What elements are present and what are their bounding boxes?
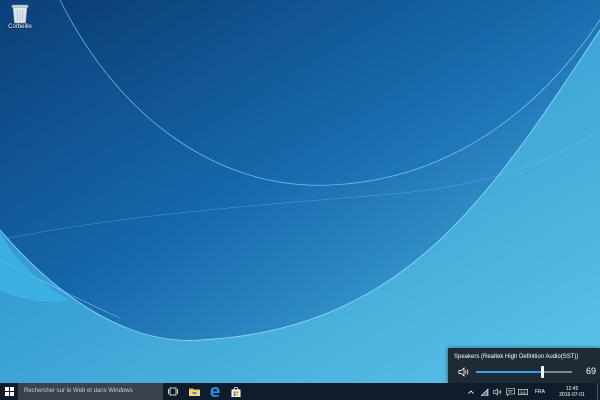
windows-logo-icon bbox=[4, 387, 14, 396]
file-explorer-icon bbox=[188, 388, 200, 396]
action-center-button[interactable] bbox=[504, 383, 516, 400]
keyboard-icon bbox=[518, 388, 528, 395]
chevron-up-icon bbox=[468, 389, 474, 394]
file-explorer-button[interactable] bbox=[187, 383, 201, 400]
volume-slider[interactable] bbox=[476, 366, 572, 378]
touch-keyboard-button[interactable] bbox=[517, 383, 529, 400]
edge-icon bbox=[210, 386, 220, 397]
volume-icon bbox=[492, 387, 501, 396]
audio-device-name[interactable]: Speakers (Realtek High Definition Audio(… bbox=[454, 354, 578, 360]
store-button[interactable] bbox=[229, 383, 243, 400]
network-button[interactable] bbox=[478, 383, 490, 400]
show-hidden-icons-button[interactable] bbox=[466, 383, 476, 400]
volume-slider-thumb[interactable] bbox=[540, 366, 544, 378]
input-language[interactable]: FRA bbox=[533, 383, 547, 400]
speaker-icon[interactable] bbox=[458, 367, 470, 377]
wallpaper bbox=[0, 0, 600, 383]
taskbar: Rechercher sur le Web et dans Windows FR… bbox=[0, 383, 600, 400]
message-icon bbox=[505, 387, 515, 396]
wifi-icon bbox=[480, 387, 488, 396]
volume-tray-button[interactable] bbox=[491, 383, 503, 400]
volume-flyout: Speakers (Realtek High Definition Audio(… bbox=[448, 348, 600, 383]
start-button[interactable] bbox=[0, 383, 18, 400]
clock[interactable]: 12:45 2016-07-01 bbox=[550, 383, 594, 400]
recycle-bin-icon bbox=[11, 4, 29, 24]
task-view-button[interactable] bbox=[166, 383, 180, 400]
volume-slider-fill bbox=[476, 371, 543, 373]
clock-date: 2016-07-01 bbox=[559, 391, 585, 398]
store-icon bbox=[231, 386, 241, 397]
desktop-icon-label: Corbeille bbox=[8, 24, 32, 30]
search-input[interactable]: Rechercher sur le Web et dans Windows bbox=[18, 383, 163, 400]
desktop: Corbeille Speakers (Realtek High Definit… bbox=[0, 0, 600, 383]
volume-level: 69 bbox=[585, 366, 596, 376]
task-view-icon bbox=[168, 387, 178, 396]
desktop-icon-recycle-bin[interactable]: Corbeille bbox=[4, 2, 36, 30]
edge-button[interactable] bbox=[208, 383, 222, 400]
